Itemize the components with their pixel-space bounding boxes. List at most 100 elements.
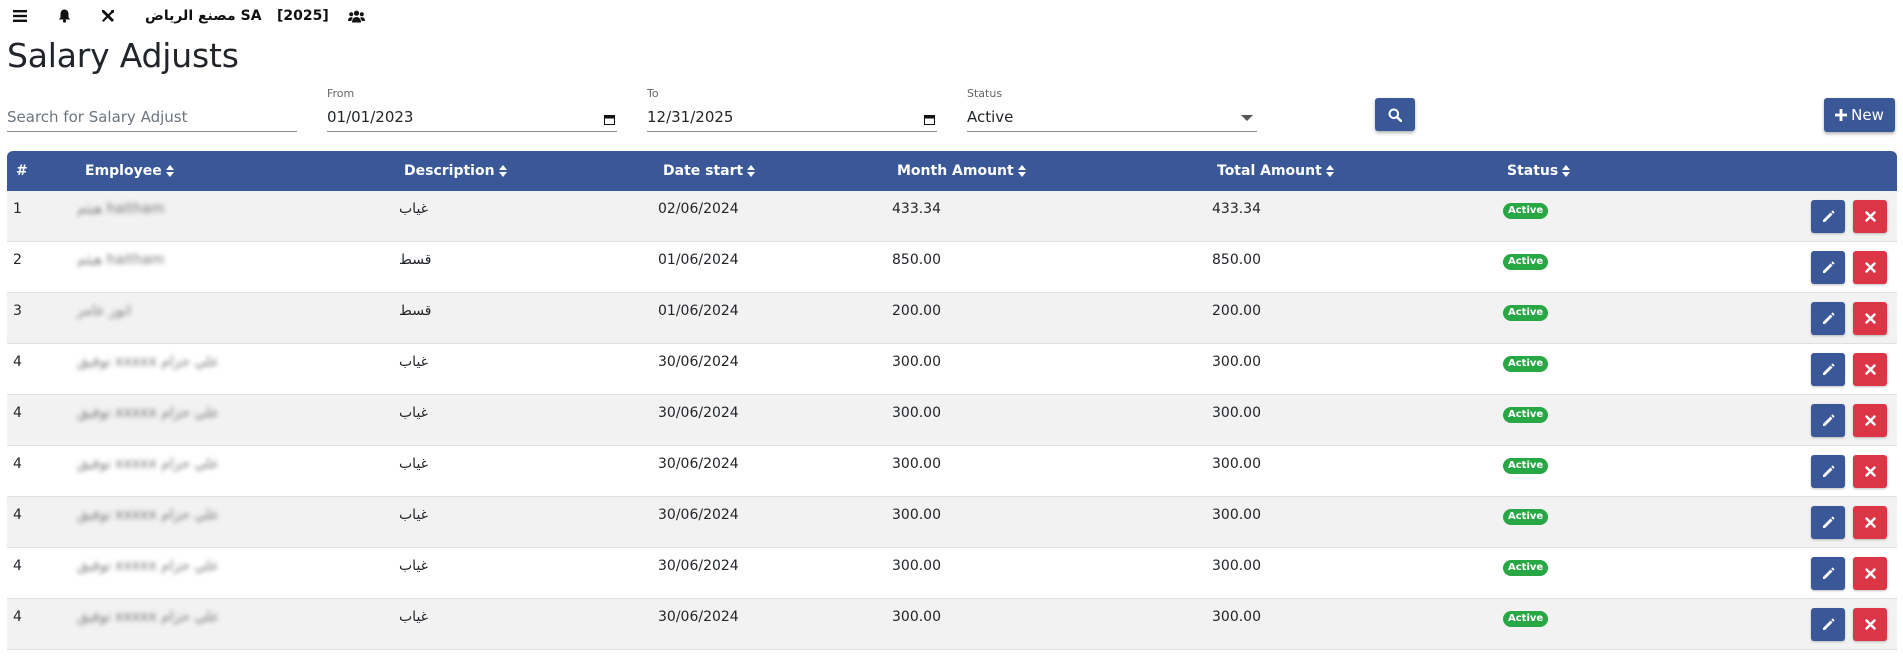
total-amount-cell: 433.34 xyxy=(1212,201,1261,217)
close-icon xyxy=(1864,568,1876,579)
chevron-down-icon[interactable] xyxy=(1241,115,1253,121)
employee-name: توفيق xxxxx علي حزام xyxy=(77,456,220,472)
bell-icon[interactable] xyxy=(56,7,72,25)
delete-button[interactable] xyxy=(1853,200,1887,233)
edit-button[interactable] xyxy=(1811,200,1845,233)
employee-name: توفيق xxxxx علي حزام xyxy=(77,507,220,523)
status-badge: Active xyxy=(1503,305,1549,321)
sort-icon xyxy=(747,165,756,177)
new-button[interactable]: New xyxy=(1824,98,1895,132)
total-amount-cell: 300.00 xyxy=(1212,405,1261,421)
table-row[interactable]: 4 توفيق xxxxx علي حزام غياب 30/06/2024 300.0… xyxy=(7,395,1897,446)
edit-button[interactable] xyxy=(1811,353,1845,386)
delete-button[interactable] xyxy=(1853,506,1887,539)
column-employee[interactable]: Employee xyxy=(85,162,174,180)
column-total-amount[interactable]: Total Amount xyxy=(1217,162,1334,180)
to-date-value[interactable]: 12/31/2025 xyxy=(647,107,937,127)
table-header: # Employee Description Date start Month … xyxy=(7,151,1897,191)
search-button[interactable] xyxy=(1375,98,1415,131)
total-amount-cell: 300.00 xyxy=(1212,456,1261,472)
from-label: From xyxy=(327,87,355,100)
table-row[interactable]: 4 توفيق xxxxx علي حزام غياب 30/06/2024 300.0… xyxy=(7,446,1897,497)
status-badge: Active xyxy=(1503,203,1549,219)
delete-button[interactable] xyxy=(1853,353,1887,386)
fiscal-year[interactable]: [2025] xyxy=(277,7,329,25)
description-cell: قسط xyxy=(399,303,432,319)
column-date-start[interactable]: Date start xyxy=(663,162,756,180)
to-date-field[interactable]: To 12/31/2025 xyxy=(647,87,937,132)
edit-button[interactable] xyxy=(1811,404,1845,437)
table-row[interactable]: 4 توفيق xxxxx علي حزام غياب 30/06/2024 300.0… xyxy=(7,548,1897,599)
delete-button[interactable] xyxy=(1853,251,1887,284)
status-badge: Active xyxy=(1503,356,1549,372)
table-row[interactable]: 1 هيثم haitham غياب 02/06/2024 433.34 433.34 A… xyxy=(7,191,1897,242)
tools-icon[interactable] xyxy=(100,7,116,25)
row-number: 1 xyxy=(13,201,22,217)
date-start-cell: 30/06/2024 xyxy=(658,558,739,574)
close-icon xyxy=(1864,517,1876,528)
column-number: # xyxy=(16,163,28,179)
sort-icon xyxy=(498,165,507,177)
table-row[interactable]: 4 توفيق xxxxx علي حزام غياب 30/06/2024 300.0… xyxy=(7,344,1897,395)
table-row[interactable]: 2 هيثم haitham قسط 01/06/2024 850.00 850.00 Ac… xyxy=(7,242,1897,293)
delete-button[interactable] xyxy=(1853,608,1887,641)
users-icon[interactable] xyxy=(347,7,365,25)
sort-icon xyxy=(165,165,174,177)
edit-button[interactable] xyxy=(1811,251,1845,284)
date-start-cell: 01/06/2024 xyxy=(658,303,739,319)
search-input[interactable] xyxy=(7,108,297,126)
month-amount-cell: 300.00 xyxy=(892,456,941,472)
from-date-field[interactable]: From 01/01/2023 xyxy=(327,87,617,132)
month-amount-cell: 850.00 xyxy=(892,252,941,268)
company-name[interactable]: مصنع الرياض SA xyxy=(145,7,262,25)
total-amount-cell: 200.00 xyxy=(1212,303,1261,319)
employee-name: هيثم haitham xyxy=(77,252,165,268)
close-icon xyxy=(1864,415,1876,426)
edit-button[interactable] xyxy=(1811,608,1845,641)
status-badge: Active xyxy=(1503,254,1549,270)
column-description[interactable]: Description xyxy=(404,162,507,180)
row-number: 4 xyxy=(13,354,22,370)
delete-button[interactable] xyxy=(1853,302,1887,335)
employee-name: توفيق xxxxx علي حزام xyxy=(77,558,220,574)
close-icon xyxy=(1864,364,1876,375)
employee-name: توفيق xxxxx علي حزام xyxy=(77,405,220,421)
employee-name: توفيق xxxxx علي حزام xyxy=(77,354,220,370)
calendar-icon[interactable] xyxy=(924,111,935,129)
pencil-icon xyxy=(1822,261,1835,273)
delete-button[interactable] xyxy=(1853,455,1887,488)
table-row[interactable]: 4 توفيق xxxxx علي حزام غياب 30/06/2024 300.0… xyxy=(7,497,1897,548)
column-status[interactable]: Status xyxy=(1507,162,1571,180)
month-amount-cell: 300.00 xyxy=(892,354,941,370)
edit-button[interactable] xyxy=(1811,557,1845,590)
edit-button[interactable] xyxy=(1811,506,1845,539)
row-number: 3 xyxy=(13,303,22,319)
delete-button[interactable] xyxy=(1853,404,1887,437)
new-button-label: New xyxy=(1851,106,1884,124)
date-start-cell: 30/06/2024 xyxy=(658,405,739,421)
table-row[interactable]: 3 انور عامر قسط 01/06/2024 200.00 200.00 Activ… xyxy=(7,293,1897,344)
pencil-icon xyxy=(1822,363,1835,375)
sort-icon xyxy=(1562,165,1571,177)
sort-icon xyxy=(1017,165,1026,177)
description-cell: غياب xyxy=(399,609,428,625)
calendar-icon[interactable] xyxy=(604,111,615,129)
employee-name: انور عامر xyxy=(77,303,132,319)
status-select[interactable]: Status Active xyxy=(967,87,1257,132)
pencil-icon xyxy=(1822,516,1835,528)
pencil-icon xyxy=(1822,414,1835,426)
from-date-value[interactable]: 01/01/2023 xyxy=(327,107,617,127)
search-field[interactable] xyxy=(7,87,297,132)
status-badge: Active xyxy=(1503,407,1549,423)
status-value[interactable]: Active xyxy=(967,107,1257,127)
total-amount-cell: 300.00 xyxy=(1212,558,1261,574)
month-amount-cell: 433.34 xyxy=(892,201,941,217)
menu-icon[interactable] xyxy=(12,7,28,25)
status-label: Status xyxy=(967,87,1003,100)
delete-button[interactable] xyxy=(1853,557,1887,590)
edit-button[interactable] xyxy=(1811,455,1845,488)
column-month-amount[interactable]: Month Amount xyxy=(897,162,1026,180)
total-amount-cell: 300.00 xyxy=(1212,507,1261,523)
edit-button[interactable] xyxy=(1811,302,1845,335)
table-row[interactable]: 4 توفيق xxxxx علي حزام غياب 30/06/2024 300.0… xyxy=(7,599,1897,650)
